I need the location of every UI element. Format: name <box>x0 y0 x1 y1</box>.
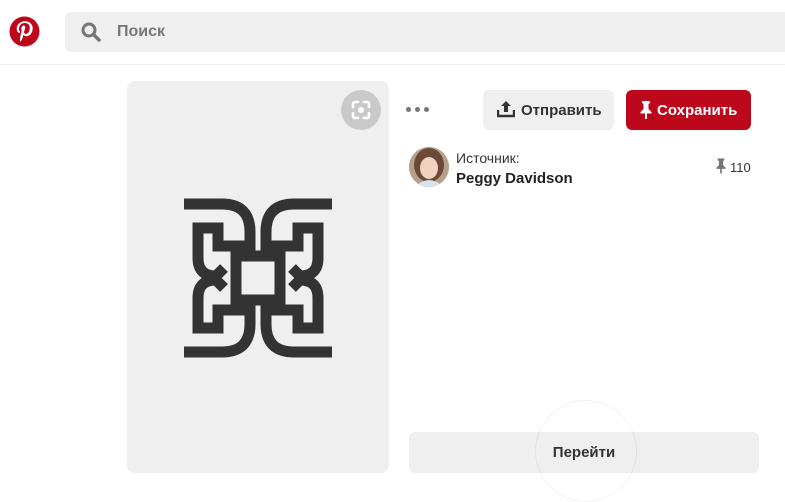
pin-icon <box>716 158 726 174</box>
search-input[interactable]: Поиск <box>117 22 165 42</box>
visual-search-icon[interactable] <box>341 90 381 130</box>
save-count-number: 110 <box>730 160 751 175</box>
header: Поиск <box>0 0 785 65</box>
more-dots-icon <box>424 107 429 112</box>
celtic-knot-logo <box>178 198 338 358</box>
share-icon <box>497 101 515 118</box>
source-label: Источник: <box>456 150 520 166</box>
more-dots-icon <box>406 107 411 112</box>
more-dots-icon <box>415 107 420 112</box>
save-button[interactable]: Сохранить <box>626 90 751 130</box>
go-label: Перейти <box>552 444 616 461</box>
source-name-link[interactable]: Peggy Davidson <box>456 170 573 187</box>
pin-image[interactable] <box>127 81 389 473</box>
send-button[interactable]: Отправить <box>483 90 614 130</box>
pin-icon <box>640 101 652 119</box>
avatar[interactable] <box>409 147 449 187</box>
search-icon <box>81 22 101 42</box>
search-bar[interactable]: Поиск <box>65 12 785 52</box>
save-label: Сохранить <box>657 102 738 119</box>
pinterest-logo-icon[interactable] <box>9 16 40 47</box>
go-button[interactable]: Перейти <box>409 432 759 473</box>
more-options-button[interactable] <box>403 98 433 122</box>
send-label: Отправить <box>521 102 602 119</box>
